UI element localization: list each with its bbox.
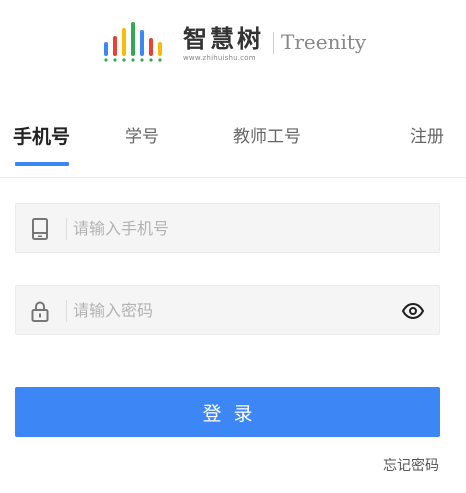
- tab-phone[interactable]: 手机号: [13, 124, 70, 150]
- logo-english-name: Treenity: [281, 30, 367, 54]
- login-tabs: 手机号 学号 教师工号 注册: [0, 124, 466, 178]
- logo-divider: [273, 32, 274, 54]
- tabs-divider: [0, 177, 466, 178]
- phone-input[interactable]: [73, 204, 393, 252]
- phone-icon: [32, 218, 48, 240]
- forgot-password-link[interactable]: 忘记密码: [383, 457, 439, 475]
- phone-field-separator: [66, 218, 67, 240]
- logo: 智慧树 www.zhihuishu.com Treenity: [103, 20, 367, 64]
- lock-icon: [31, 301, 49, 322]
- logo-chinese-name: 智慧树: [183, 25, 264, 53]
- password-input[interactable]: [73, 286, 393, 334]
- login-button[interactable]: 登录: [15, 387, 440, 437]
- logo-url: www.zhihuishu.com: [183, 54, 256, 62]
- password-field: [15, 285, 440, 335]
- register-link[interactable]: 注册: [410, 124, 444, 150]
- tab-teacher-id[interactable]: 教师工号: [233, 124, 301, 150]
- logo-bars-icon: [104, 22, 162, 62]
- active-tab-indicator: [15, 162, 69, 166]
- tab-student-id[interactable]: 学号: [125, 124, 159, 150]
- password-field-separator: [66, 300, 67, 322]
- login-page: 智慧树 www.zhihuishu.com Treenity 手机号 学号 教师…: [0, 0, 466, 493]
- eye-icon[interactable]: [401, 301, 425, 321]
- phone-field: [15, 203, 440, 253]
